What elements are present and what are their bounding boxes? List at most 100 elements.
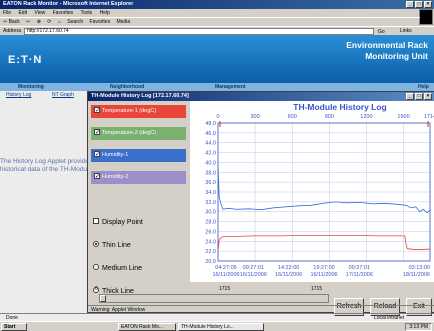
y-tick-label: 46.0 (205, 131, 216, 137)
popup-maximize-icon[interactable]: □ (415, 93, 423, 100)
checkbox-label: Humidity-1 (102, 152, 129, 158)
address-label: Address (3, 28, 22, 34)
x-bottom-time-label: 14:22:00 (278, 265, 299, 271)
menu-file[interactable]: File (3, 10, 11, 16)
subnav-nt-graph[interactable]: NT Graph (52, 91, 74, 99)
x-bottom-time-label: 19:27:00 (313, 265, 334, 271)
x-bottom-date-label: 16/11/2006 (212, 272, 239, 278)
popup-minimize-icon[interactable]: _ (406, 93, 414, 100)
y-tick-label: 34.0 (205, 190, 216, 196)
taskbar: Start EATON Rack Mo... TH-Module History… (0, 321, 434, 331)
medium-line-label: Medium Line (102, 265, 143, 272)
menu-favorites[interactable]: Favorites (53, 10, 74, 16)
forward-button[interactable]: ⇨ (26, 19, 30, 25)
y-tick-label: 44.0 (205, 141, 216, 147)
x-top-tick-label: 1500 (397, 114, 409, 120)
x-top-tick-label: 600 (288, 114, 297, 120)
ie-logo-icon (419, 9, 433, 25)
check-icon (94, 105, 100, 118)
checkbox-temperature-2[interactable]: Temperature-2 (degC) (91, 127, 186, 140)
x-bottom-time-label: 04:27:05 (215, 265, 236, 271)
address-input[interactable]: http://172.17.60.74 (24, 28, 374, 35)
display-point-label: Display Point (102, 219, 143, 226)
status-bar: Done Local intranet (0, 313, 434, 321)
window-title-bar[interactable]: EATON Rack Monitor - Microsoft Internet … (0, 0, 434, 9)
options-panel: Temperature-1 (degC) Temperature-2 (degC… (88, 101, 190, 303)
medium-line-radio[interactable]: Medium Line (93, 264, 143, 272)
slider-mid-label: 1715 (219, 286, 231, 292)
x-bottom-date-label: 18/11/2006 (403, 272, 430, 278)
range-slider-row: 0 1715 1715 (91, 286, 336, 306)
window-controls: _ □ × (406, 1, 432, 8)
back-button[interactable]: ⇦ Back (3, 19, 20, 25)
chart-title: TH-Module History Log (293, 102, 387, 112)
y-tick-label: 36.0 (205, 180, 216, 186)
maximize-icon[interactable]: □ (415, 1, 423, 8)
system-clock: 3:13 PM (405, 323, 432, 331)
y-tick-label: 40.0 (205, 160, 216, 166)
applet-message: The History Log Applet provides historic… (0, 158, 93, 173)
x-bottom-date-label: 16/11/2006 (275, 272, 302, 278)
checkbox-humidity-2[interactable]: Humidity-2 (91, 171, 186, 184)
x-bottom-date-label: 16/11/2006 (240, 272, 267, 278)
y-tick-label: 28.0 (205, 220, 216, 226)
minimize-icon[interactable]: _ (406, 1, 414, 8)
check-icon (94, 149, 100, 162)
refresh-button[interactable]: ⟳ (47, 19, 51, 25)
product-title: Environmental Rack Monitoring Unit (346, 40, 428, 62)
product-title-line2: Monitoring Unit (365, 51, 428, 61)
popup-close-icon[interactable]: × (424, 93, 432, 100)
x-bottom-date-label: 16/11/2006 (310, 272, 337, 278)
slider-thumb[interactable] (100, 295, 106, 302)
menu-bar: File Edit View Favorites Tools Help (0, 9, 434, 17)
y-tick-label: 32.0 (205, 200, 216, 206)
checkbox-temperature-1[interactable]: Temperature-1 (degC) (91, 105, 186, 118)
display-point-checkbox[interactable]: Display Point (93, 218, 143, 226)
x-top-tick-label: 0 (216, 114, 219, 120)
menu-view[interactable]: View (34, 10, 45, 16)
taskbar-item-browser[interactable]: EATON Rack Mo... (118, 323, 176, 331)
thin-line-label: Thin Line (102, 242, 131, 249)
x-bottom-date-label: 17/11/2006 (346, 272, 373, 278)
x-bottom-time-label: 03:13:00 (409, 265, 430, 271)
radio-selected-icon (93, 241, 99, 248)
chart-svg: TH-Module History Log 48.0 46.0 44.0 42.0 40.… (205, 102, 434, 278)
eaton-logo: E:T·N (8, 54, 43, 66)
menu-help[interactable]: Help (100, 10, 110, 16)
menu-edit[interactable]: Edit (18, 10, 27, 16)
history-log-title-bar[interactable]: TH-Module History Log [172.17.60.74] _ □… (88, 92, 434, 101)
slider-max-label: 1715 (311, 286, 323, 292)
menu-tools[interactable]: Tools (80, 10, 92, 16)
y-tick-label: 24.0 (205, 239, 216, 245)
nav-neighborhood[interactable]: Neighborhood (110, 83, 144, 91)
checkbox-label: Temperature-2 (degC) (102, 130, 157, 136)
product-title-line1: Environmental Rack (346, 40, 428, 50)
x-top-tick-label: 1200 (360, 114, 372, 120)
subnav-history-log[interactable]: History Log (6, 91, 31, 99)
start-button[interactable]: Start (1, 323, 27, 331)
thin-line-radio[interactable]: Thin Line (93, 241, 131, 249)
y-tick-label: 38.0 (205, 170, 216, 176)
nav-management[interactable]: Management (215, 83, 246, 91)
home-button[interactable]: ⌂ (58, 19, 61, 25)
search-button[interactable]: Search (67, 19, 83, 25)
nav-monitoring[interactable]: Monitoring (18, 83, 44, 91)
history-log-title: TH-Module History Log [172.17.60.74] (91, 93, 189, 99)
close-icon[interactable]: × (424, 1, 432, 8)
sub-nav: History Log NT Graph (0, 91, 80, 99)
taskbar-item-history-log[interactable]: TH-Module History Lo... (178, 323, 264, 331)
checkbox-label: Temperature-1 (degC) (102, 108, 157, 114)
x-top-tick-label: 900 (325, 114, 334, 120)
range-slider[interactable] (99, 294, 329, 303)
series-line-temperature-1-degc (217, 234, 430, 252)
checkbox-humidity-1[interactable]: Humidity-1 (91, 149, 186, 162)
y-tick-label: 42.0 (205, 151, 216, 157)
favorites-button[interactable]: Favorites (90, 19, 111, 25)
nav-help[interactable]: Help (418, 83, 429, 91)
stop-button[interactable]: ⊗ (37, 19, 41, 25)
x-top-tick-label: 1714 (424, 114, 434, 120)
address-bar: Address http://172.17.60.74 Go Links (0, 26, 434, 35)
main-nav: Monitoring Neighborhood Management Help (0, 83, 434, 91)
window-title: EATON Rack Monitor - Microsoft Internet … (3, 1, 134, 7)
media-button[interactable]: Media (116, 19, 130, 25)
